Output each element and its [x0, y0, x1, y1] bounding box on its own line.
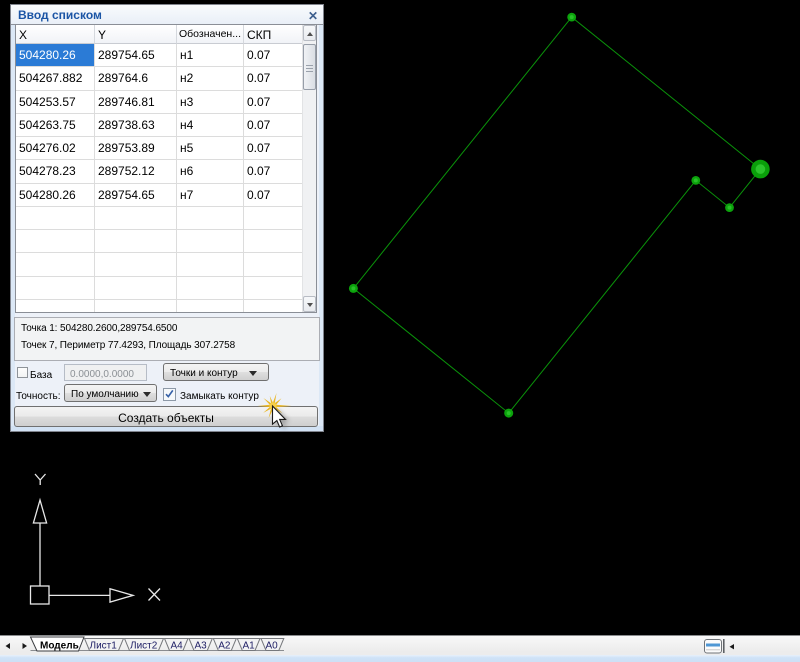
svg-text:А1: А1 [243, 641, 256, 652]
svg-text:Лист1: Лист1 [90, 641, 118, 652]
svg-text:А3: А3 [195, 641, 208, 652]
svg-text:А4: А4 [171, 641, 184, 652]
svg-text:А2: А2 [218, 641, 231, 652]
svg-text:А0: А0 [266, 641, 279, 652]
svg-text:Лист2: Лист2 [130, 641, 158, 652]
svg-text:Модель: Модель [40, 641, 79, 652]
